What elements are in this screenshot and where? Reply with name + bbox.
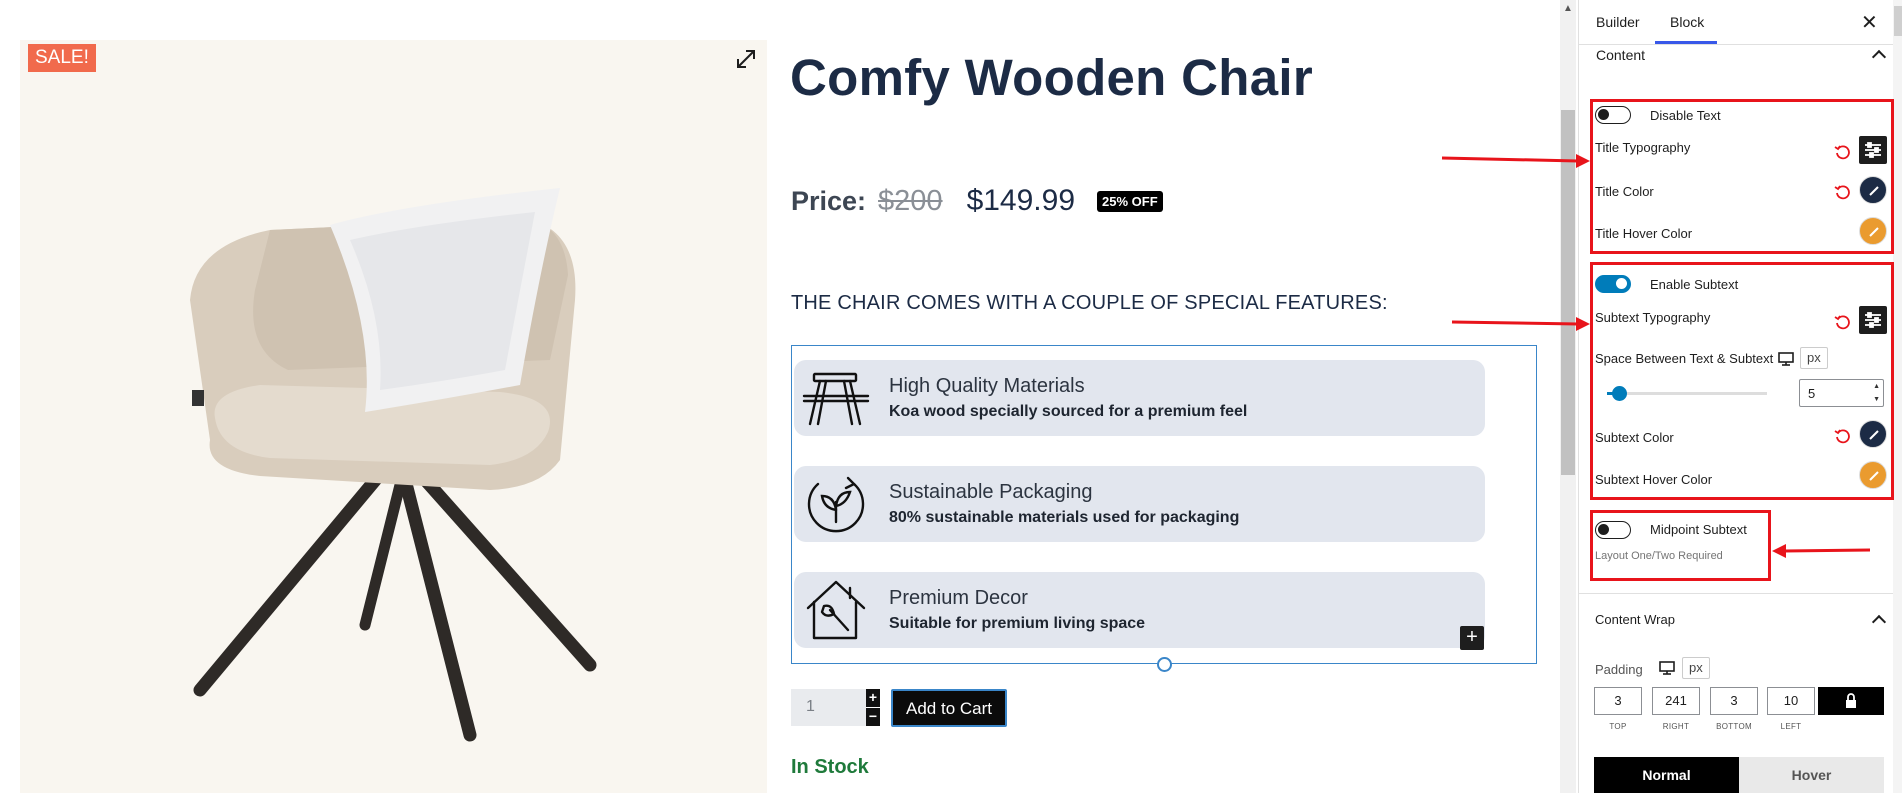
expand-icon[interactable] xyxy=(734,47,758,71)
feature-list-block[interactable]: High Quality Materials Koa wood speciall… xyxy=(791,345,1537,664)
state-hover-tab[interactable]: Hover xyxy=(1739,757,1884,793)
add-block-button[interactable]: + xyxy=(1460,626,1484,650)
feature-subtitle: 80% sustainable materials used for packa… xyxy=(889,509,1240,526)
padding-unit-button[interactable]: px xyxy=(1682,657,1710,679)
annotation-box-text-settings xyxy=(1590,99,1894,254)
annotation-arrow-icon xyxy=(1441,154,1590,168)
chair-illustration xyxy=(190,188,597,742)
sale-badge: SALE! xyxy=(28,44,96,72)
sale-price: $149.99 xyxy=(966,184,1076,217)
desktop-device-icon[interactable] xyxy=(1658,659,1676,677)
add-to-cart-button[interactable]: Add to Cart xyxy=(891,689,1007,727)
chevron-up-icon[interactable] xyxy=(1871,614,1887,630)
link-padding-button[interactable] xyxy=(1818,687,1884,715)
padding-right-input[interactable]: 241 xyxy=(1652,687,1700,715)
quantity-input[interactable]: 1 xyxy=(791,689,866,726)
sidebar-scroll-thumb[interactable] xyxy=(1894,6,1902,36)
picnic-table-icon xyxy=(802,366,870,430)
padding-top-input[interactable]: 3 xyxy=(1594,687,1642,715)
state-normal-tab[interactable]: Normal xyxy=(1594,757,1739,793)
feature-subtitle: Suitable for premium living space xyxy=(889,615,1146,632)
annotation-arrow-icon xyxy=(1772,544,1871,558)
padding-right-caption: RIGHT xyxy=(1662,722,1690,731)
feature-item[interactable]: High Quality Materials Koa wood speciall… xyxy=(794,360,1485,436)
editor-screen: SALE! Comfy Wooden Chair Price: $200 $14… xyxy=(0,0,1902,793)
features-heading: THE CHAIR COMES WITH A COUPLE OF SPECIAL… xyxy=(791,292,1388,314)
padding-left-input[interactable]: 10 xyxy=(1767,687,1815,715)
annotation-arrow-icon xyxy=(1451,317,1590,331)
padding-label: Padding xyxy=(1595,662,1643,677)
padding-left-caption: LEFT xyxy=(1780,722,1802,731)
chevron-up-icon[interactable] xyxy=(1871,49,1887,65)
padding-top-caption: TOP xyxy=(1609,722,1627,731)
annotation-box-subtext-settings xyxy=(1590,262,1894,500)
scroll-up-arrow-icon[interactable]: ▲ xyxy=(1563,3,1573,14)
stock-status: In Stock xyxy=(791,756,869,778)
feature-title: Premium Decor xyxy=(889,587,1028,609)
product-title: Comfy Wooden Chair xyxy=(790,49,1313,106)
close-sidebar-button[interactable]: ✕ xyxy=(1861,10,1878,35)
price-row: Price: $200 $149.99 25% OFF xyxy=(791,181,1163,221)
panel-title-content[interactable]: Content xyxy=(1596,47,1645,63)
feature-title: Sustainable Packaging xyxy=(889,481,1093,503)
feature-subtitle: Koa wood specially sourced for a premium… xyxy=(889,403,1248,420)
padding-bottom-input[interactable]: 3 xyxy=(1710,687,1758,715)
discount-badge: 25% OFF xyxy=(1097,190,1163,212)
product-image[interactable] xyxy=(20,40,767,793)
tab-builder[interactable]: Builder xyxy=(1596,14,1640,30)
sidebar-scrollbar[interactable] xyxy=(1893,0,1902,793)
quantity-increase-button[interactable]: + xyxy=(866,689,880,707)
quantity-decrease-button[interactable]: − xyxy=(866,708,880,726)
divider xyxy=(1579,44,1893,45)
recycle-leaf-icon xyxy=(802,472,870,536)
annotation-box-midpoint-subtext xyxy=(1590,510,1771,581)
feature-title: High Quality Materials xyxy=(889,375,1085,397)
panel-title-content-wrap[interactable]: Content Wrap xyxy=(1595,612,1675,627)
feature-item[interactable]: Premium Decor Suitable for premium livin… xyxy=(794,572,1485,648)
house-paintbrush-icon xyxy=(802,578,870,642)
tab-block[interactable]: Block xyxy=(1670,14,1704,30)
resize-handle[interactable] xyxy=(1157,657,1172,672)
price-label: Price: xyxy=(791,185,867,216)
divider xyxy=(1579,593,1893,594)
lock-icon xyxy=(1846,693,1856,708)
editor-canvas: SALE! Comfy Wooden Chair Price: $200 $14… xyxy=(0,0,1560,793)
feature-item[interactable]: Sustainable Packaging 80% sustainable ma… xyxy=(794,466,1485,542)
old-price: $200 xyxy=(878,184,943,217)
padding-bottom-caption: BOTTOM xyxy=(1716,722,1752,731)
